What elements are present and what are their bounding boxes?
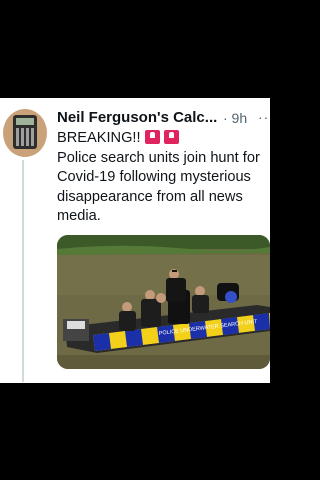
tweet-time[interactable]: · 9h bbox=[223, 110, 247, 126]
tweet-line: Covid-19 following mysterious bbox=[57, 169, 251, 185]
tweet-line: Police search units join hunt for bbox=[57, 149, 260, 166]
tweet-text: BREAKING!! Police search units join hunt… bbox=[57, 129, 269, 227]
author-name[interactable]: Neil Ferguson's Calc... bbox=[57, 109, 217, 126]
tweet-line: BREAKING!! bbox=[57, 129, 269, 149]
siren-icon bbox=[144, 130, 160, 144]
tweet-header: Neil Ferguson's Calc... · 9h ··· bbox=[57, 109, 270, 127]
tweet-line: disappearance from all news bbox=[57, 188, 243, 205]
tweet-card[interactable]: Neil Ferguson's Calc... · 9h ··· BREAKIN… bbox=[0, 98, 270, 383]
tweet-photo[interactable]: POLICE UNDERWATER SEARCH UNIT bbox=[57, 235, 270, 369]
calculator-avatar-icon[interactable] bbox=[3, 109, 47, 157]
siren-icon bbox=[163, 130, 179, 144]
thread-line bbox=[22, 160, 24, 382]
more-icon[interactable]: ··· bbox=[258, 109, 270, 125]
tweet-line: media. bbox=[57, 208, 101, 224]
police-boat-image: POLICE UNDERWATER SEARCH UNIT bbox=[57, 235, 270, 369]
